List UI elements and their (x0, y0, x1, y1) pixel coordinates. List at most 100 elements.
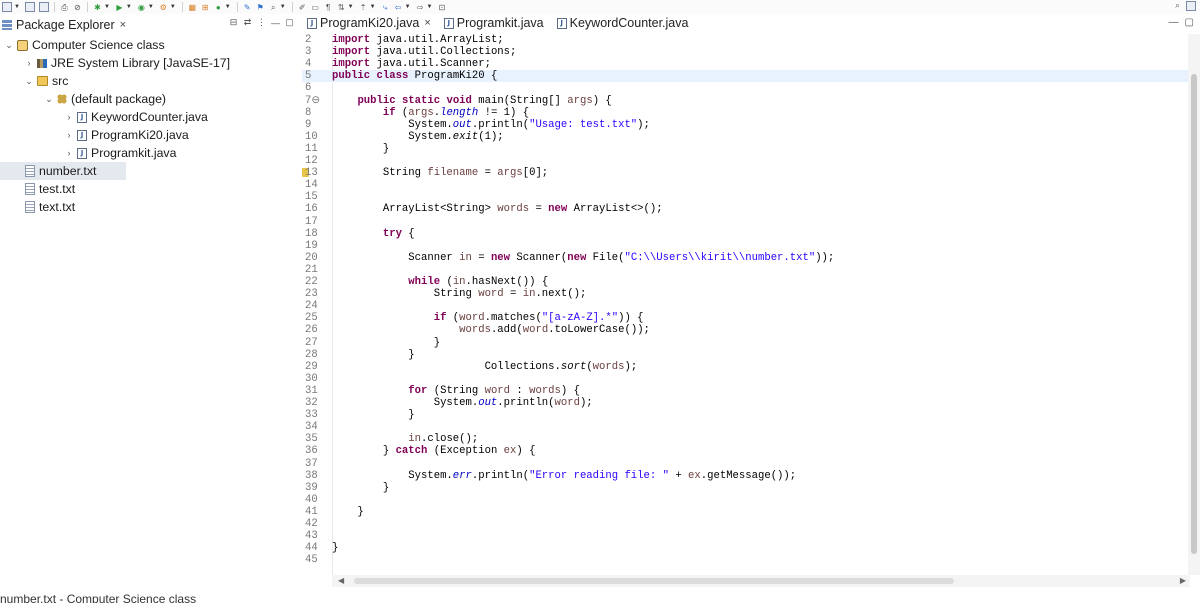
code-line[interactable]: 34 (302, 421, 1190, 433)
open-task-icon[interactable]: ⚑ (256, 3, 265, 12)
tree-item[interactable]: number.txt (0, 162, 126, 180)
code-line[interactable]: 24 (302, 300, 1190, 312)
expanded-chevron-icon[interactable]: ⌄ (44, 94, 54, 105)
maximize-editor-icon[interactable]: ▢ (1185, 17, 1194, 28)
code-line[interactable]: 13 String filename = args[0]; (302, 167, 1190, 179)
save-icon[interactable] (24, 2, 35, 12)
prev-annotation-icon[interactable]: ⇡ (359, 3, 368, 12)
close-tab-button[interactable]: × (424, 17, 430, 29)
code-line[interactable]: 9 System.out.println("Usage: test.txt"); (302, 119, 1190, 131)
code-line[interactable]: 18 try { (302, 228, 1190, 240)
view-menu-icon[interactable]: ⋮ (257, 17, 266, 27)
editor-tab[interactable]: J KeywordCounter.java (552, 14, 697, 32)
print-icon[interactable]: ⎙ (60, 3, 69, 12)
debug-icon[interactable]: ✱ (93, 3, 102, 12)
new-package-icon[interactable]: ⊞ (201, 3, 210, 12)
code-line[interactable]: 35 in.close(); (302, 433, 1190, 445)
tree-item[interactable]: › J KeywordCounter.java (0, 108, 300, 126)
code-line[interactable]: 23 String word = in.next(); (302, 288, 1190, 300)
new-dropdown-caret[interactable]: ▼ (14, 4, 20, 10)
code-line[interactable]: 31 for (String word : words) { (302, 385, 1190, 397)
search-dropdown-caret[interactable]: ▼ (280, 4, 286, 10)
vertical-scrollbar[interactable] (1188, 34, 1200, 575)
tree-item[interactable]: › J Programkit.java (0, 144, 300, 162)
save-all-icon[interactable] (38, 2, 49, 12)
horizontal-scrollbar[interactable]: ◀ ▶ (332, 575, 1190, 587)
code-line[interactable]: 21 (302, 264, 1190, 276)
code-line[interactable]: 33 } (302, 409, 1190, 421)
code-line[interactable]: 12 (302, 155, 1190, 167)
tree-item[interactable]: › JRE System Library [JavaSE-17] (0, 54, 300, 72)
annotation-icon[interactable]: ⇅ (337, 3, 346, 12)
last-edit-icon[interactable]: ⤷ (381, 3, 390, 12)
prev-annotation-dropdown-caret[interactable]: ▼ (370, 4, 376, 10)
run-icon[interactable]: ▶ (115, 3, 124, 12)
coverage-dropdown-caret[interactable]: ▼ (148, 4, 154, 10)
tree-item[interactable]: ⌄ (default package) (0, 90, 300, 108)
code-line[interactable]: 16 ArrayList<String> words = new ArrayLi… (302, 203, 1190, 215)
collapsed-chevron-icon[interactable]: › (64, 148, 74, 158)
code-line[interactable]: 41 } (302, 506, 1190, 518)
toggle-mark-occurrences-icon[interactable]: ✐ (298, 3, 307, 12)
code-line[interactable]: 28 } (302, 349, 1190, 361)
code-line[interactable]: 6 (302, 82, 1190, 94)
code-line[interactable]: 5 public class ProgramKi20 { (302, 70, 1190, 83)
new-class-icon[interactable]: ● (214, 3, 223, 12)
code-line[interactable]: 8 if (args.length != 1) { (302, 107, 1190, 119)
new-class-dropdown-caret[interactable]: ▼ (225, 4, 231, 10)
editor-tab[interactable]: J ProgramKi20.java × (302, 14, 439, 32)
scroll-right-icon[interactable]: ▶ (1180, 576, 1186, 585)
link-with-editor-icon[interactable]: ⇄ (243, 17, 252, 27)
code-line[interactable]: 19 (302, 240, 1190, 252)
back-dropdown-caret[interactable]: ▼ (405, 4, 411, 10)
show-whitespace-icon[interactable]: ¶ (324, 3, 333, 12)
run-dropdown-caret[interactable]: ▼ (126, 4, 132, 10)
scroll-left-icon[interactable]: ◀ (338, 576, 344, 585)
close-package-explorer-button[interactable]: × (120, 19, 126, 31)
code-line[interactable]: 45 (302, 554, 1190, 566)
skip-breakpoints-icon[interactable]: ⊘ (73, 3, 82, 12)
collapsed-chevron-icon[interactable]: › (64, 112, 74, 122)
search-icon[interactable]: ⌕ (269, 3, 278, 12)
expanded-chevron-icon[interactable]: ⌄ (24, 76, 34, 87)
package-explorer-tab[interactable]: Package Explorer × (2, 16, 126, 34)
code-line[interactable]: 44} (302, 542, 1190, 554)
horizontal-scroll-thumb[interactable] (354, 578, 954, 584)
code-line[interactable]: 42 (302, 518, 1190, 530)
code-line[interactable]: 27 } (302, 337, 1190, 349)
code-line[interactable]: 32 System.out.println(word); (302, 397, 1190, 409)
coverage-icon[interactable]: ◉ (137, 3, 146, 12)
toggle-word-wrap-icon[interactable]: ▭ (311, 3, 320, 12)
pin-editor-icon[interactable]: ⊡ (437, 3, 446, 12)
code-line[interactable]: 4 import java.util.Scanner; (302, 58, 1190, 70)
code-line[interactable]: 15 (302, 191, 1190, 203)
new-java-project-icon[interactable]: ▦ (188, 3, 197, 12)
code-line[interactable]: 11 } (302, 143, 1190, 155)
collapsed-chevron-icon[interactable]: › (24, 58, 34, 68)
code-line[interactable]: 37 (302, 458, 1190, 470)
tree-item[interactable]: ⌄ Computer Science class (0, 36, 300, 54)
code-line[interactable]: 29 Collections.sort(words); (302, 361, 1190, 373)
code-line[interactable]: 17 (302, 216, 1190, 228)
minimize-icon[interactable]: — (271, 18, 280, 28)
tree-item[interactable]: text.txt (0, 198, 300, 216)
code-line[interactable]: 14 (302, 179, 1190, 191)
open-type-icon[interactable]: ✎ (243, 3, 252, 12)
code-line[interactable]: 38 System.err.println("Error reading fil… (302, 470, 1190, 482)
code-line[interactable]: 39 } (302, 482, 1190, 494)
quick-access-search-icon[interactable]: ⌕ (1173, 1, 1182, 10)
back-icon[interactable]: ⇦ (394, 3, 403, 12)
annotation-dropdown-caret[interactable]: ▼ (348, 4, 354, 10)
code-line[interactable]: 7⊖ public static void main(String[] args… (302, 95, 1190, 107)
debug-dropdown-caret[interactable]: ▼ (104, 4, 110, 10)
code-line[interactable]: 25 if (word.matches("[a-zA-Z].*")) { (302, 312, 1190, 324)
tree-item[interactable]: › J ProgramKi20.java (0, 126, 300, 144)
editor-tab[interactable]: J Programkit.java (439, 14, 552, 32)
expanded-chevron-icon[interactable]: ⌄ (4, 40, 14, 51)
tree-item[interactable]: ⌄ src (0, 72, 300, 90)
code-line[interactable]: 10 System.exit(1); (302, 131, 1190, 143)
forward-icon[interactable]: ⇨ (416, 3, 425, 12)
code-line[interactable]: 3 import java.util.Collections; (302, 46, 1190, 58)
minimize-editor-icon[interactable]: — (1169, 17, 1179, 28)
vertical-scroll-thumb[interactable] (1191, 74, 1197, 554)
